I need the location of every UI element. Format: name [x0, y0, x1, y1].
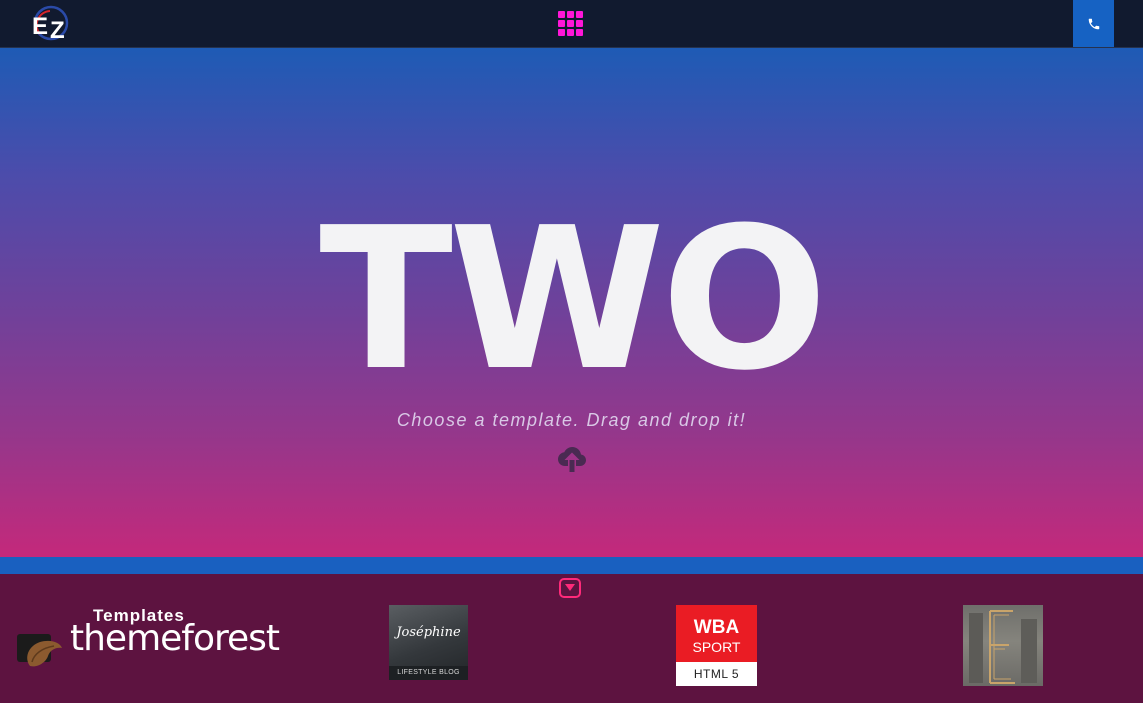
grid-menu-icon[interactable]	[558, 11, 584, 36]
template-thumbnail-wba-sport[interactable]: WBA SPORT HTML 5	[676, 605, 757, 686]
ez-logo[interactable]: E Z	[30, 5, 74, 41]
thumbnail-title: WBA	[693, 617, 740, 638]
top-navbar: E Z	[0, 0, 1143, 48]
e-building-logo	[969, 610, 1037, 684]
template-thumbnail-josephine[interactable]: Joséphine LIFESTYLE BLOG	[389, 605, 468, 680]
cloud-upload-icon[interactable]	[556, 444, 588, 474]
hero-title: TWO	[319, 186, 828, 414]
caret-down-icon	[565, 584, 575, 591]
section-divider	[0, 557, 1143, 574]
svg-text:Z: Z	[50, 17, 65, 41]
template-thumbnail-e[interactable]	[963, 605, 1043, 686]
svg-text:E: E	[32, 13, 48, 40]
themeforest-leaf-icon	[17, 634, 62, 667]
themeforest-wordmark: themeforest	[70, 618, 280, 659]
chevron-down-icon[interactable]	[559, 578, 581, 598]
themeforest-logo[interactable]: Templates themeforest	[14, 604, 280, 670]
thumbnail-caption: HTML 5	[693, 667, 740, 681]
thumbnail-title: Joséphine	[396, 625, 461, 640]
hero-section: TWO Choose a template. Drag and drop it!	[0, 48, 1143, 557]
template-footer: Templates themeforest Joséphine LIFESTYL…	[0, 574, 1143, 703]
hero-subtitle: Choose a template. Drag and drop it!	[396, 410, 747, 430]
phone-button[interactable]	[1073, 0, 1114, 47]
thumbnail-caption: LIFESTYLE BLOG	[389, 666, 468, 680]
phone-icon	[1088, 18, 1099, 29]
thumbnail-subtitle: SPORT	[692, 639, 741, 655]
